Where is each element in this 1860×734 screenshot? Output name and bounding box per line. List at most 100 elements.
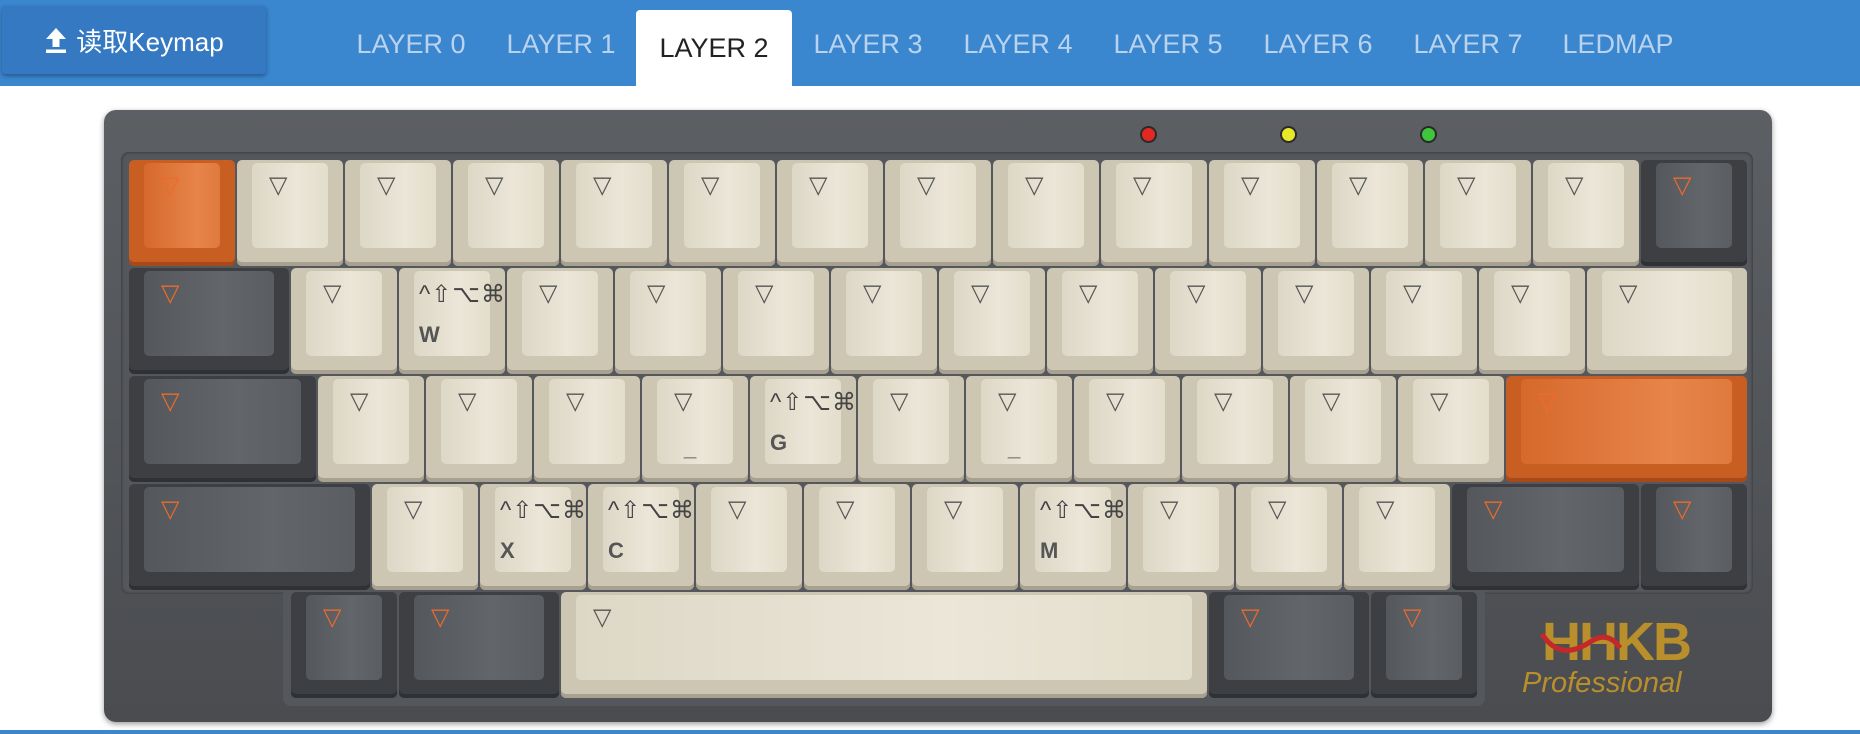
- key-r3-42[interactable]: ▽: [129, 484, 370, 590]
- key-r3-54[interactable]: ▽: [1641, 484, 1747, 590]
- modifier-glyphs: ^⇧⌥⌘: [500, 497, 588, 524]
- key-r4-59[interactable]: ▽: [1371, 592, 1477, 698]
- transparent-key-icon: ▽: [701, 172, 720, 199]
- key-r3-52[interactable]: ▽: [1344, 484, 1450, 590]
- transparent-key-icon: ▽: [1619, 280, 1638, 307]
- key-r1-23[interactable]: ▽: [1047, 268, 1153, 374]
- transparent-key-icon: ▽: [593, 604, 612, 631]
- transparent-key-icon: ▽: [1673, 496, 1692, 523]
- key-r0-6[interactable]: ▽: [777, 160, 883, 266]
- keycap-top: [927, 487, 1003, 572]
- key-r2-41[interactable]: ▽: [1506, 376, 1747, 482]
- transparent-key-icon: ▽: [431, 604, 450, 631]
- key-r3-45[interactable]: ^⇧⌥⌘ C: [588, 484, 694, 590]
- transparent-key-icon: ▽: [971, 280, 990, 307]
- tab-ledmap[interactable]: LEDMAP: [1553, 24, 1683, 64]
- key-r4-57[interactable]: ▽: [561, 592, 1207, 698]
- key-r1-21[interactable]: ▽: [831, 268, 937, 374]
- tab-layer-6[interactable]: LAYER 6: [1253, 24, 1383, 64]
- key-r0-8[interactable]: ▽: [993, 160, 1099, 266]
- keycap-top: [792, 163, 868, 248]
- key-r1-19[interactable]: ▽: [615, 268, 721, 374]
- key-r1-18[interactable]: ▽: [507, 268, 613, 374]
- transparent-key-icon: ▽: [485, 172, 504, 199]
- key-r2-34[interactable]: ^⇧⌥⌘ G: [750, 376, 856, 482]
- key-r1-27[interactable]: ▽: [1479, 268, 1585, 374]
- transparent-key-icon: ▽: [1511, 280, 1530, 307]
- key-r0-11[interactable]: ▽: [1317, 160, 1423, 266]
- transparent-key-icon: ▽: [404, 496, 423, 523]
- key-r3-53[interactable]: ▽: [1452, 484, 1639, 590]
- key-r0-4[interactable]: ▽: [561, 160, 667, 266]
- transparent-key-icon: ▽: [944, 496, 963, 523]
- keycap-top: [684, 163, 760, 248]
- key-r1-24[interactable]: ▽: [1155, 268, 1261, 374]
- key-r0-1[interactable]: ▽: [237, 160, 343, 266]
- key-r2-35[interactable]: ▽: [858, 376, 964, 482]
- key-r2-32[interactable]: ▽: [534, 376, 640, 482]
- key-r2-29[interactable]: ▽: [129, 376, 316, 482]
- key-r1-20[interactable]: ▽: [723, 268, 829, 374]
- key-r0-2[interactable]: ▽: [345, 160, 451, 266]
- keycap-top: [576, 595, 1192, 680]
- key-r0-0[interactable]: ▽: [129, 160, 235, 266]
- tab-layer-1[interactable]: LAYER 1: [496, 24, 626, 64]
- transparent-key-icon: ▽: [1403, 280, 1422, 307]
- keycap-top: [1386, 271, 1462, 356]
- key-r0-13[interactable]: ▽: [1533, 160, 1639, 266]
- key-r4-55[interactable]: ▽: [291, 592, 397, 698]
- transparent-key-icon: ▽: [1349, 172, 1368, 199]
- key-r0-7[interactable]: ▽: [885, 160, 991, 266]
- key-r3-43[interactable]: ▽: [372, 484, 478, 590]
- key-r1-16[interactable]: ▽: [291, 268, 397, 374]
- key-r2-33[interactable]: ▽ _: [642, 376, 748, 482]
- key-r3-49[interactable]: ^⇧⌥⌘ M: [1020, 484, 1126, 590]
- key-r3-51[interactable]: ▽: [1236, 484, 1342, 590]
- key-r3-47[interactable]: ▽: [804, 484, 910, 590]
- key-r0-10[interactable]: ▽: [1209, 160, 1315, 266]
- key-r2-39[interactable]: ▽: [1290, 376, 1396, 482]
- key-r1-26[interactable]: ▽: [1371, 268, 1477, 374]
- transparent-key-icon: ▽: [323, 280, 342, 307]
- keycap-top: [1008, 163, 1084, 248]
- key-r3-46[interactable]: ▽: [696, 484, 802, 590]
- key-r0-5[interactable]: ▽: [669, 160, 775, 266]
- tab-layer-7[interactable]: LAYER 7: [1403, 24, 1533, 64]
- key-r0-3[interactable]: ▽: [453, 160, 559, 266]
- key-r4-56[interactable]: ▽: [399, 592, 559, 698]
- key-r1-15[interactable]: ▽: [129, 268, 289, 374]
- key-r1-22[interactable]: ▽: [939, 268, 1045, 374]
- tab-layer-2[interactable]: LAYER 2: [636, 10, 792, 86]
- tab-layer-5[interactable]: LAYER 5: [1103, 24, 1233, 64]
- transparent-key-icon: ▽: [377, 172, 396, 199]
- keycap-top: [576, 163, 652, 248]
- tab-layer-3[interactable]: LAYER 3: [803, 24, 933, 64]
- key-r4-58[interactable]: ▽: [1209, 592, 1369, 698]
- key-r3-44[interactable]: ^⇧⌥⌘ X: [480, 484, 586, 590]
- keycap-top: [1548, 163, 1624, 248]
- key-r1-25[interactable]: ▽: [1263, 268, 1369, 374]
- keycap-top: [873, 379, 949, 464]
- key-r2-40[interactable]: ▽: [1398, 376, 1504, 482]
- keycap-top: [306, 595, 382, 680]
- key-r2-30[interactable]: ▽: [318, 376, 424, 482]
- key-r2-31[interactable]: ▽: [426, 376, 532, 482]
- key-r2-36[interactable]: ▽ _: [966, 376, 1072, 482]
- key-r2-37[interactable]: ▽: [1074, 376, 1180, 482]
- tab-layer-4[interactable]: LAYER 4: [953, 24, 1083, 64]
- key-r1-28[interactable]: ▽: [1587, 268, 1747, 374]
- key-r3-48[interactable]: ▽: [912, 484, 1018, 590]
- keycap-top: [144, 163, 220, 248]
- keycap-top: [306, 271, 382, 356]
- key-r3-50[interactable]: ▽: [1128, 484, 1234, 590]
- transparent-key-icon: ▽: [1430, 388, 1449, 415]
- key-r2-38[interactable]: ▽: [1182, 376, 1288, 482]
- hhkb-professional-logo: HHKB Professional: [1522, 612, 1692, 699]
- key-r0-14[interactable]: ▽: [1641, 160, 1747, 266]
- key-r0-9[interactable]: ▽: [1101, 160, 1207, 266]
- key-r0-12[interactable]: ▽: [1425, 160, 1531, 266]
- key-r1-17[interactable]: ^⇧⌥⌘ W: [399, 268, 505, 374]
- transparent-key-icon: ▽: [674, 388, 693, 415]
- read-keymap-button[interactable]: 读取Keymap: [2, 6, 266, 74]
- tab-layer-0[interactable]: LAYER 0: [346, 24, 476, 64]
